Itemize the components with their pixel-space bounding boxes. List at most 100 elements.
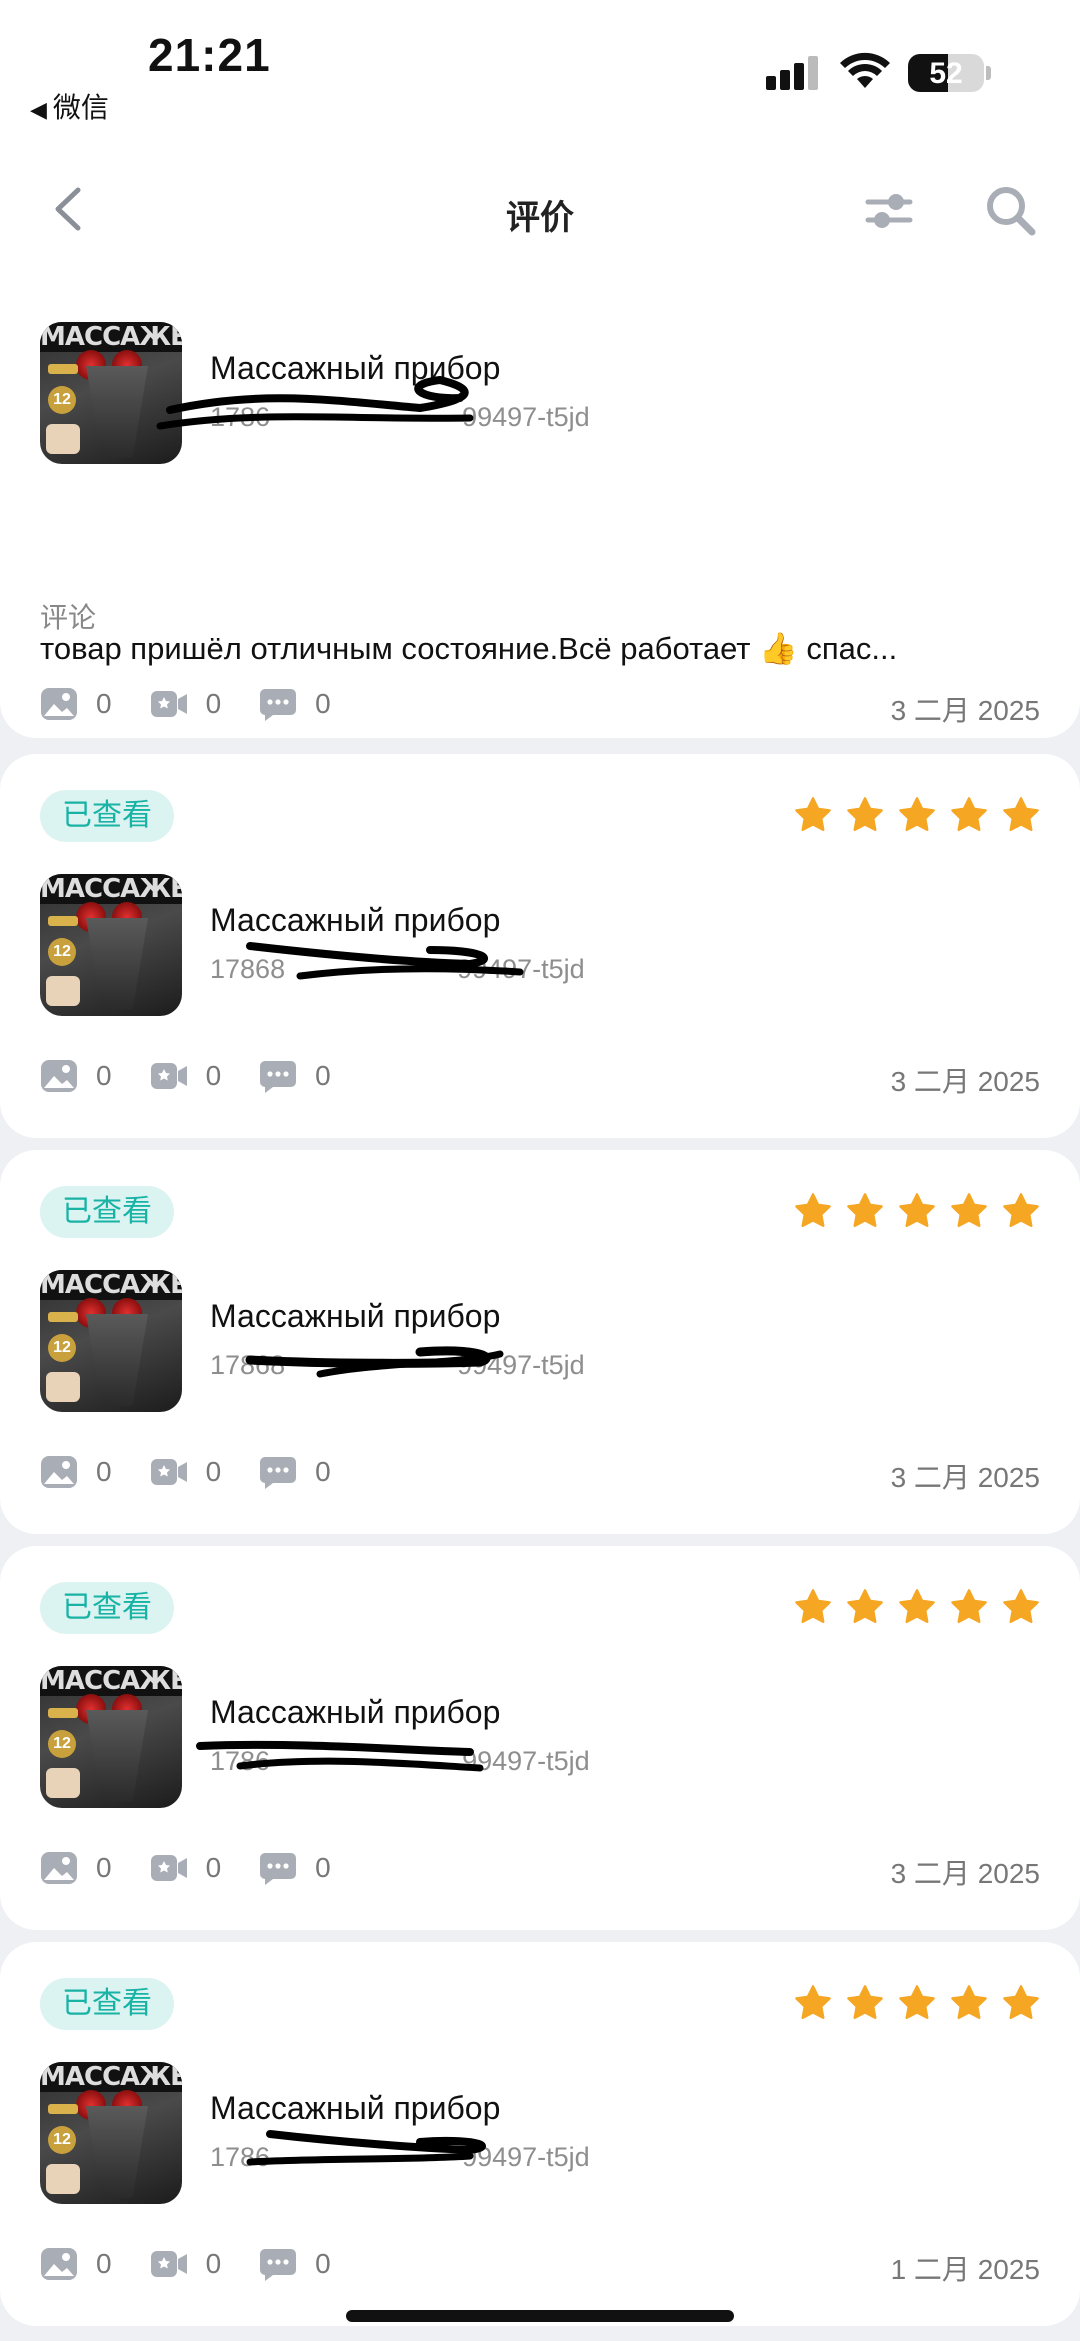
status-badge: 已查看 <box>40 1978 174 2030</box>
review-card[interactable]: MACCAЖЕ 12 Массажный прибор 1786 99497-t5… <box>0 250 1080 738</box>
star-icon <box>899 797 935 832</box>
video-count-value: 0 <box>205 1060 222 1091</box>
review-card[interactable]: 已查看 MACCAЖЕ 12 Массажный прибор 17868 994… <box>0 1150 1080 1534</box>
product-thumbnail[interactable]: MACCAЖЕ 12 <box>40 2062 182 2204</box>
image-count[interactable]: 0 <box>40 2246 112 2282</box>
video-icon <box>150 691 187 717</box>
comment-count[interactable]: 0 <box>259 2246 331 2282</box>
image-count-value: 0 <box>96 1852 112 1883</box>
back-to-app-link[interactable]: ◀ 微信 <box>30 86 109 126</box>
review-date: 3 二月 2025 <box>890 695 1040 726</box>
product-thumbnail[interactable]: MACCAЖЕ 12 <box>40 322 182 464</box>
product-id: 17868 99497-t5jd <box>210 1350 585 1380</box>
battery-icon: 52 <box>908 54 984 92</box>
product-name[interactable]: Массажный прибор <box>210 350 500 387</box>
image-count-value: 0 <box>96 688 112 719</box>
comment-count[interactable]: 0 <box>259 1058 331 1094</box>
comment-count[interactable]: 0 <box>259 1850 331 1886</box>
star-icon <box>951 1589 987 1624</box>
star-icon <box>847 797 883 832</box>
video-count[interactable]: 0 <box>150 1454 222 1490</box>
star-icon <box>1003 1193 1039 1228</box>
video-count[interactable]: 0 <box>150 1058 222 1094</box>
product-name[interactable]: Массажный прибор <box>210 902 500 939</box>
image-icon <box>41 688 77 720</box>
image-icon <box>41 1852 77 1884</box>
image-count-value: 0 <box>96 1060 112 1091</box>
video-count-value: 0 <box>205 1852 222 1883</box>
video-count-value: 0 <box>205 2248 222 2279</box>
review-date: 3 二月 2025 <box>890 1858 1040 1889</box>
star-icon <box>795 797 831 832</box>
video-count-value: 0 <box>205 1456 222 1487</box>
review-stats: 0 0 0 <box>40 1850 369 1886</box>
product-name[interactable]: Массажный прибор <box>210 2090 500 2127</box>
star-icon <box>951 1193 987 1228</box>
star-icon <box>1003 1589 1039 1624</box>
product-thumbnail[interactable]: MACCAЖЕ 12 <box>40 1270 182 1412</box>
status-badge: 已查看 <box>40 1186 174 1238</box>
rating-stars <box>794 796 1040 834</box>
status-bar: 21:21 ◀ 微信 52 <box>0 0 1080 130</box>
product-name[interactable]: Массажный прибор <box>210 1694 500 1731</box>
video-count[interactable]: 0 <box>150 2246 222 2282</box>
review-stats: 0 0 0 <box>40 1058 369 1094</box>
page-title: 评价 <box>506 199 574 237</box>
star-icon <box>1003 1985 1039 2020</box>
comment-count-value: 0 <box>315 2248 331 2279</box>
image-count[interactable]: 0 <box>40 1454 112 1490</box>
image-count-value: 0 <box>96 2248 112 2279</box>
home-indicator[interactable] <box>346 2310 734 2322</box>
back-app-label: 微信 <box>52 92 109 123</box>
star-icon <box>795 1589 831 1624</box>
review-card[interactable]: 已查看 MACCAЖЕ 12 Массажный прибор 1786 9949… <box>0 1942 1080 2326</box>
product-thumbnail[interactable]: MACCAЖЕ 12 <box>40 874 182 1016</box>
status-badge: 已查看 <box>40 790 174 842</box>
review-stats: 0 0 0 <box>40 686 369 722</box>
review-stats: 0 0 0 <box>40 2246 369 2282</box>
image-count-value: 0 <box>96 1456 112 1487</box>
review-card[interactable]: 已查看 MACCAЖЕ 12 Массажный прибор 17868 994… <box>0 754 1080 1138</box>
video-icon <box>150 2251 187 2277</box>
image-icon <box>41 1456 77 1488</box>
image-icon <box>41 2248 77 2280</box>
comment-count-value: 0 <box>315 1060 331 1091</box>
product-name[interactable]: Массажный прибор <box>210 1298 500 1335</box>
comment-icon <box>260 1853 297 1885</box>
star-icon <box>795 1193 831 1228</box>
image-count[interactable]: 0 <box>40 1850 112 1886</box>
review-card[interactable]: 已查看 MACCAЖЕ 12 Массажный прибор 1786 9949… <box>0 1546 1080 1930</box>
product-id: 1786 99497-t5jd <box>210 1746 590 1776</box>
comment-count-value: 0 <box>315 688 331 719</box>
video-icon <box>150 1855 187 1881</box>
comment-count-value: 0 <box>315 1852 331 1883</box>
product-thumbnail[interactable]: MACCAЖЕ 12 <box>40 1666 182 1808</box>
comment-icon <box>260 1061 297 1093</box>
image-icon <box>41 1060 77 1092</box>
rating-stars <box>794 1984 1040 2022</box>
video-count[interactable]: 0 <box>150 686 222 722</box>
review-date: 3 二月 2025 <box>890 1462 1040 1493</box>
sliders-icon[interactable] <box>864 186 914 234</box>
image-count[interactable]: 0 <box>40 686 112 722</box>
review-date: 3 二月 2025 <box>890 1066 1040 1097</box>
product-id: 1786 99497-t5jd <box>210 402 590 432</box>
star-icon <box>1003 797 1039 832</box>
comment-count[interactable]: 0 <box>259 686 331 722</box>
status-time: 21:21 <box>148 29 271 81</box>
search-icon[interactable] <box>984 184 1036 236</box>
video-icon <box>150 1063 187 1089</box>
review-stats: 0 0 0 <box>40 1454 369 1490</box>
video-count-value: 0 <box>205 688 222 719</box>
star-icon <box>899 1985 935 2020</box>
image-count[interactable]: 0 <box>40 1058 112 1094</box>
rating-stars <box>794 1588 1040 1626</box>
video-icon <box>150 1459 187 1485</box>
video-count[interactable]: 0 <box>150 1850 222 1886</box>
back-triangle-icon: ◀ <box>30 97 47 122</box>
product-id: 17868 99497-t5jd <box>210 954 585 984</box>
comment-count[interactable]: 0 <box>259 1454 331 1490</box>
star-icon <box>847 1985 883 2020</box>
wifi-icon <box>840 52 890 88</box>
cellular-signal-icon <box>766 56 822 90</box>
